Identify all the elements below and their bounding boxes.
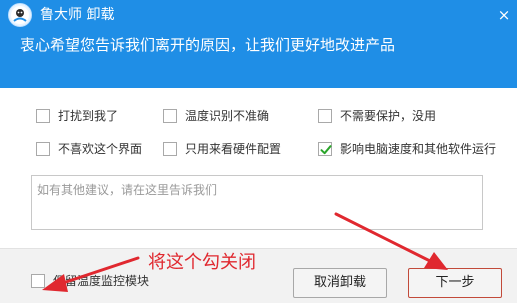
annotation-arrow-left <box>58 256 140 286</box>
annotation-arrows <box>42 212 448 292</box>
annotation-arrow-right <box>334 212 434 264</box>
annotation-arrowhead-left <box>42 274 68 292</box>
